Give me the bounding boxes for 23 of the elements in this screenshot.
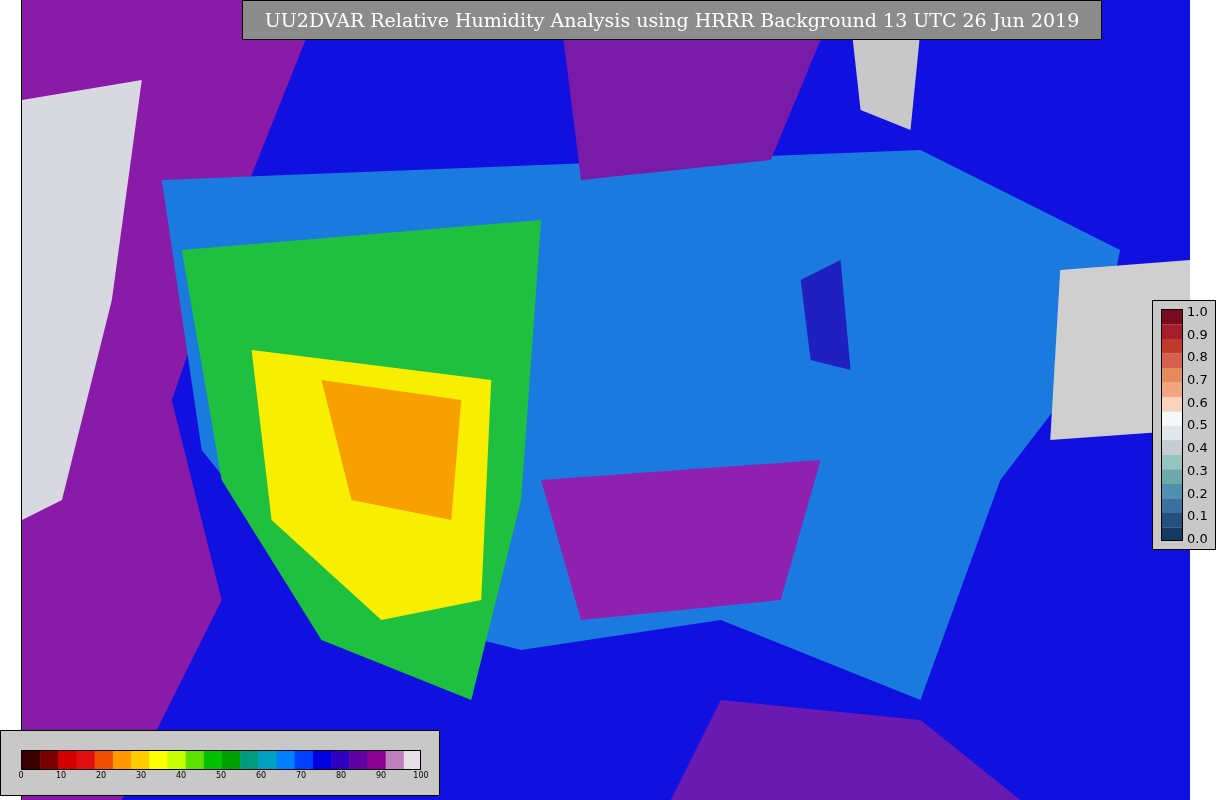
humidity-label: 100	[413, 772, 429, 780]
scale-label: 1.0	[1187, 305, 1208, 318]
humidity-label: 90	[375, 772, 387, 780]
humidity-label: 0	[18, 772, 24, 780]
scale-label: 0.0	[1187, 531, 1208, 545]
humidity-label: 60	[255, 772, 267, 780]
humidity-label: 80	[335, 772, 347, 780]
scale-label: 0.6	[1187, 395, 1208, 409]
humidity-label: 10	[55, 772, 67, 780]
humidity-label: 50	[215, 772, 227, 780]
scale-label: 0.2	[1187, 486, 1208, 500]
scale-label: 0.8	[1187, 350, 1208, 364]
scale-label: 0.7	[1187, 373, 1208, 387]
humidity-label: 20	[95, 772, 107, 780]
scale-label: 0.4	[1187, 441, 1208, 455]
scale-label: 0.3	[1187, 463, 1208, 477]
humidity-label: 70	[295, 772, 307, 780]
chart-title: UU2DVAR Relative Humidity Analysis using HRRR Background 13 UTC 26 Jun 2019	[242, 0, 1102, 40]
scale-label: 0.9	[1187, 327, 1208, 341]
scale-label: 0.1	[1187, 509, 1208, 523]
humidity-label: 40	[175, 772, 187, 780]
humidity-label: 30	[135, 772, 147, 780]
scale-label: 0.5	[1187, 418, 1208, 432]
